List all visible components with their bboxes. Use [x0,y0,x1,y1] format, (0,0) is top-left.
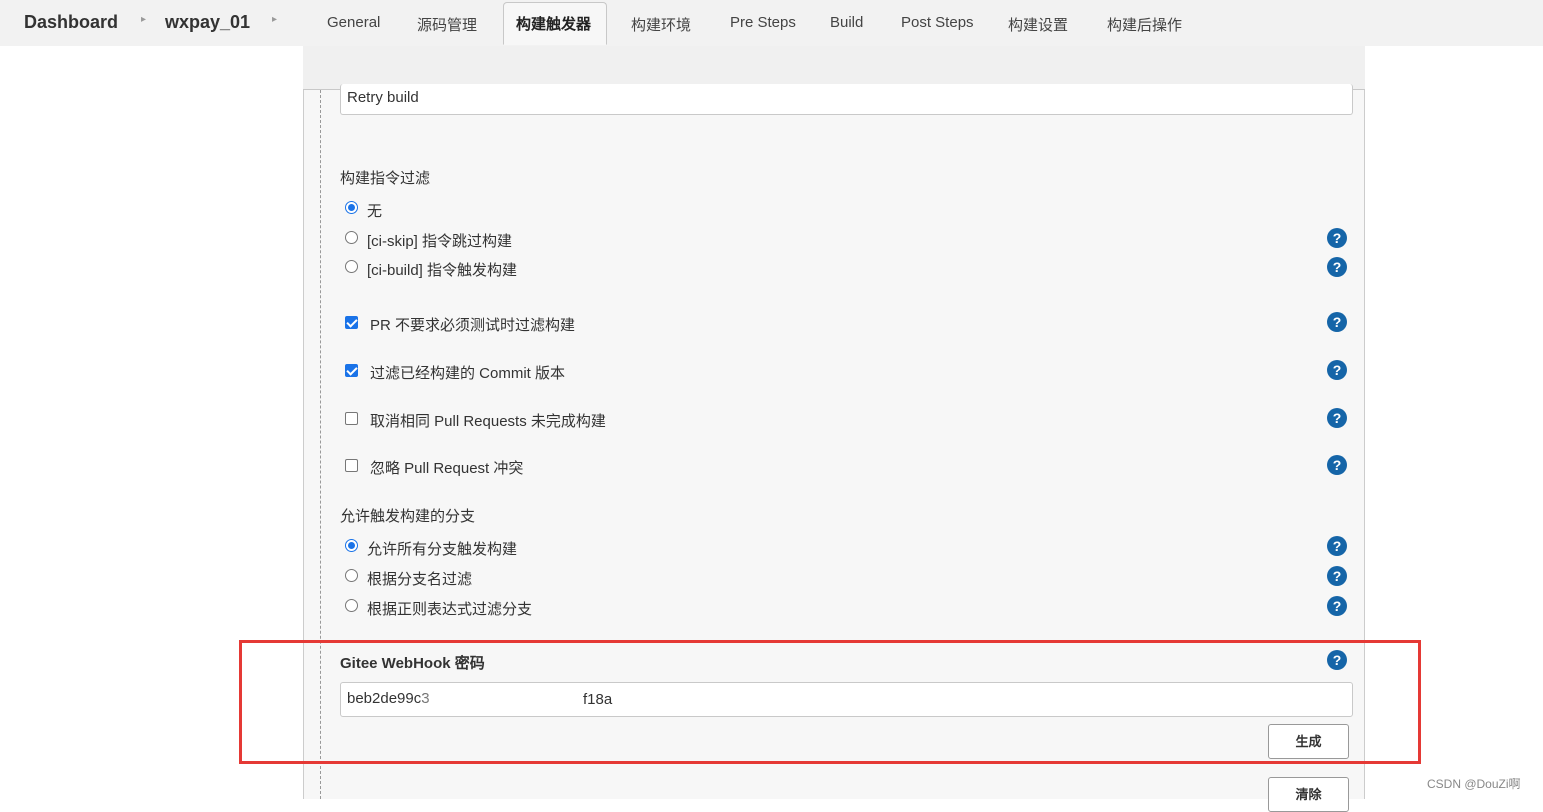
breadcrumb-separator-icon: ▸ [272,14,278,25]
checkbox-filter-built-commit[interactable] [345,364,358,377]
checkbox-filter-built-commit-label: 过滤已经构建的 Commit 版本 [370,365,566,382]
help-icon[interactable]: ? [1327,408,1347,428]
checkbox-pr-filter-label: PR 不要求必须测试时过滤构建 [370,317,576,334]
tab-post-steps[interactable]: Post Steps [901,14,974,31]
checkbox-cancel-same-pr[interactable] [345,412,358,425]
breadcrumb-job[interactable]: wxpay_01 [165,12,250,33]
command-filter-radio-build[interactable] [345,260,358,273]
watermark: CSDN @DouZi啊 [1427,777,1521,791]
command-filter-radio-skip[interactable] [345,231,358,244]
tab-pre-steps[interactable]: Pre Steps [730,14,796,31]
branch-filter-radio-all[interactable] [345,539,358,552]
checkbox-pr-filter[interactable] [345,316,358,329]
highlight-box [239,640,1421,764]
tab-source[interactable]: 源码管理 [417,14,477,35]
clear-button[interactable]: 清除 [1268,777,1349,812]
breadcrumb-separator-icon: ▸ [141,14,147,25]
branch-filter-radio-regex[interactable] [345,599,358,612]
command-filter-radio-none[interactable] [345,201,358,214]
tab-general[interactable]: General [327,14,380,31]
tab-build-env[interactable]: 构建环境 [631,14,691,35]
command-filter-label-build: [ci-build] 指令触发构建 [367,262,518,279]
retry-build-field[interactable]: Retry build [340,84,1353,115]
checkbox-ignore-pr-conflict[interactable] [345,459,358,472]
branch-filter-radio-name[interactable] [345,569,358,582]
tab-build-triggers[interactable]: 构建触发器 [503,2,607,45]
command-filter-title: 构建指令过滤 [340,170,431,187]
tab-build-settings[interactable]: 构建设置 [1008,14,1068,35]
checkbox-cancel-same-pr-label: 取消相同 Pull Requests 未完成构建 [370,413,606,430]
help-icon[interactable]: ? [1327,455,1347,475]
command-filter-label-skip: [ci-skip] 指令跳过构建 [367,233,513,250]
branch-filter-label-regex: 根据正则表达式过滤分支 [367,601,533,618]
tab-post-build[interactable]: 构建后操作 [1107,14,1182,35]
help-icon[interactable]: ? [1327,536,1347,556]
help-icon[interactable]: ? [1327,228,1347,248]
branch-filter-title: 允许触发构建的分支 [340,508,476,525]
branch-filter-label-name: 根据分支名过滤 [367,571,473,588]
breadcrumb-dashboard[interactable]: Dashboard [24,12,118,33]
help-icon[interactable]: ? [1327,257,1347,277]
help-icon[interactable]: ? [1327,596,1347,616]
branch-filter-label-all: 允许所有分支触发构建 [367,541,518,558]
help-icon[interactable]: ? [1327,312,1347,332]
command-filter-label-none: 无 [367,203,383,220]
help-icon[interactable]: ? [1327,360,1347,380]
tab-build[interactable]: Build [830,14,863,31]
checkbox-ignore-pr-conflict-label: 忽略 Pull Request 冲突 [370,460,524,477]
help-icon[interactable]: ? [1327,566,1347,586]
